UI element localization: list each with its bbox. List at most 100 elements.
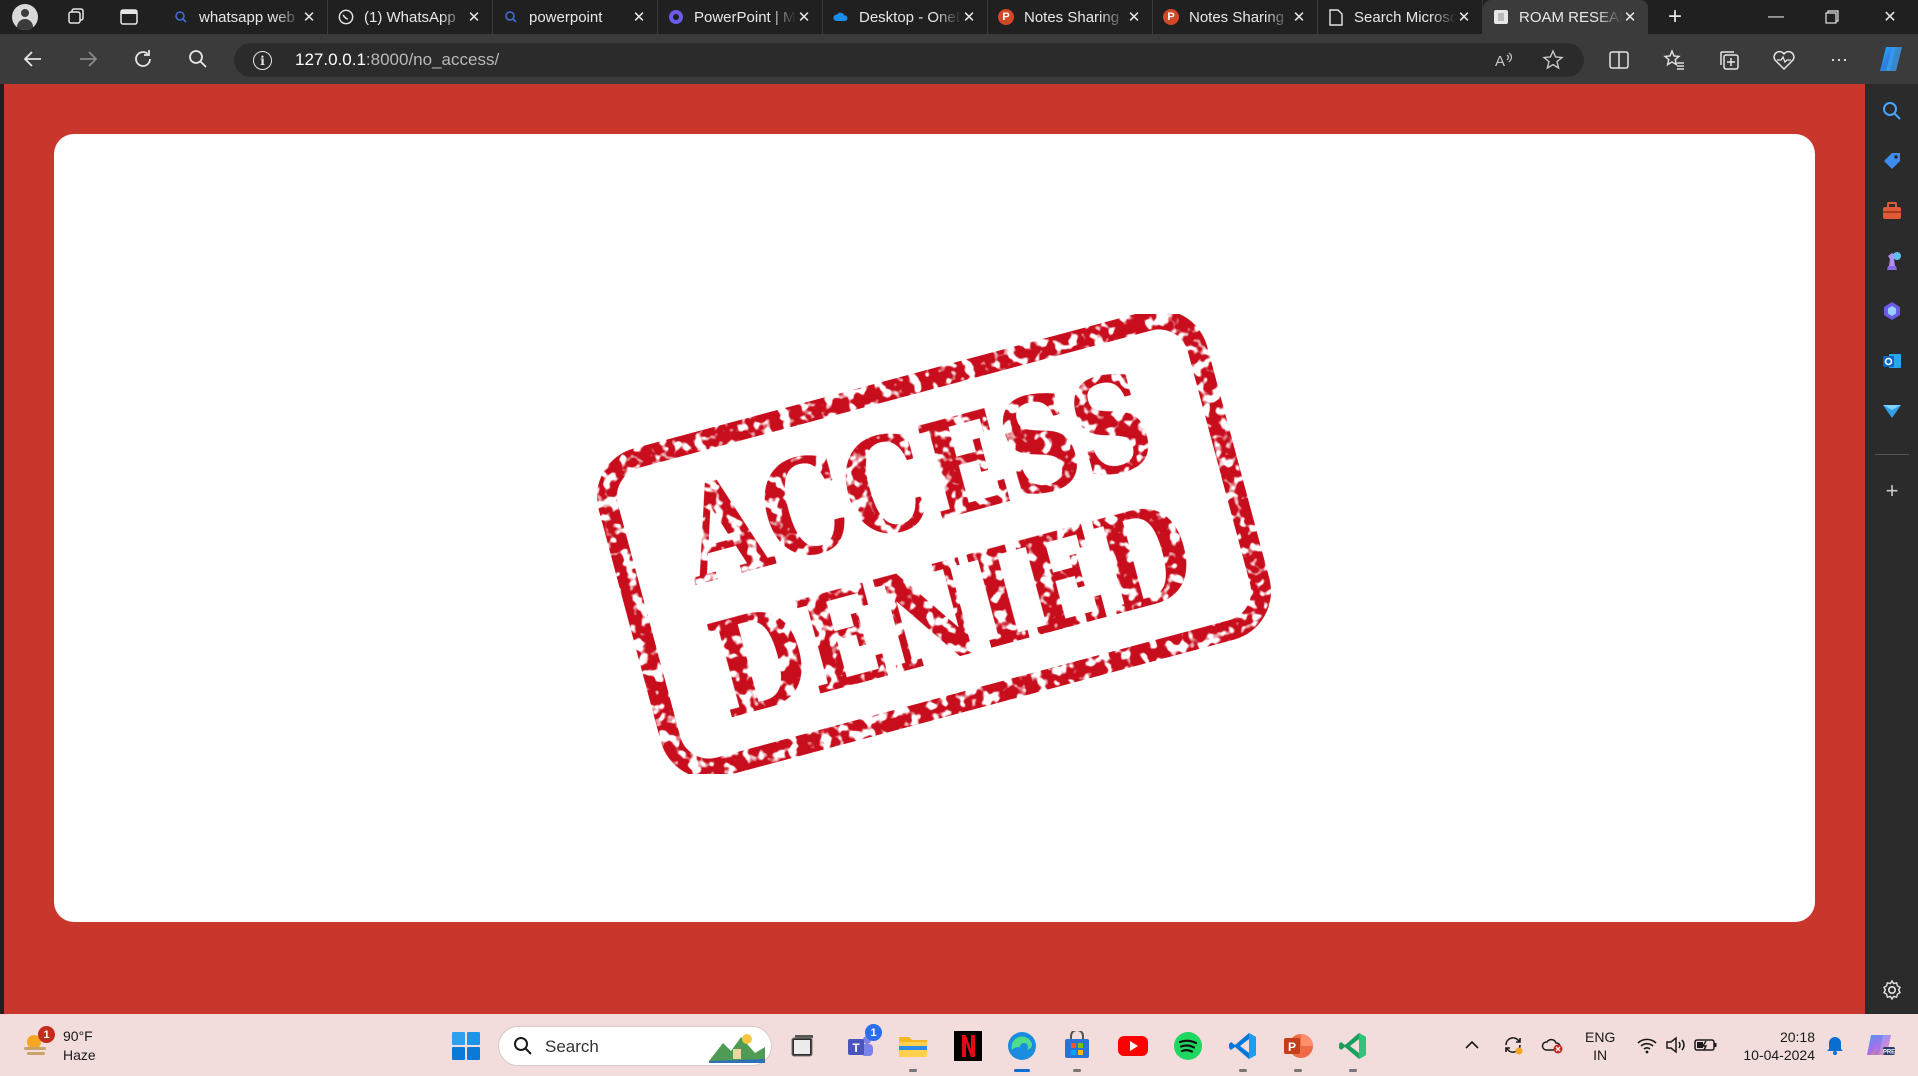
sync-icon[interactable] — [1500, 1032, 1526, 1058]
split-screen-icon[interactable] — [1605, 46, 1633, 74]
input-language-indicator[interactable]: ENG IN — [1585, 1028, 1615, 1064]
access-denied-stamp: ACCESS DENIED — [596, 314, 1272, 774]
more-options-icon[interactable]: ⋯ — [1825, 46, 1853, 74]
show-hidden-icons-chevron-icon[interactable] — [1459, 1032, 1485, 1058]
whatsapp-icon — [338, 9, 354, 25]
forward-button[interactable] — [73, 44, 103, 74]
close-tab-icon[interactable]: ✕ — [631, 8, 647, 26]
task-view-icon[interactable] — [786, 1030, 818, 1062]
new-tab-button[interactable]: + — [1662, 3, 1688, 30]
url-text[interactable]: 127.0.0.1:8000/no_access/ — [295, 50, 499, 70]
favorite-star-icon[interactable] — [1541, 48, 1565, 72]
close-window-button[interactable]: ✕ — [1862, 0, 1918, 34]
edge-sidebar: + — [1865, 84, 1918, 1014]
youtube-icon[interactable] — [1117, 1030, 1149, 1062]
close-tab-icon[interactable]: ✕ — [1456, 8, 1472, 26]
tab-0[interactable]: whatsapp web ✕ — [163, 0, 328, 34]
powerpoint-icon: P — [1163, 9, 1179, 25]
app-running-indicator — [1294, 1069, 1302, 1072]
tab-title: whatsapp web — [199, 8, 295, 26]
tab-title: powerpoint — [529, 8, 603, 26]
tab-5[interactable]: P Notes Sharing ✕ — [988, 0, 1153, 34]
profile-avatar[interactable] — [12, 4, 38, 30]
powerpoint-icon: P — [998, 9, 1014, 25]
spotify-icon[interactable] — [1172, 1030, 1204, 1062]
close-tab-icon[interactable]: ✕ — [301, 8, 317, 26]
tab-3[interactable]: PowerPoint | Microsoft 365 ✕ — [658, 0, 823, 34]
url-host: 127.0.0.1 — [295, 50, 366, 69]
access-denied-card: ACCESS DENIED — [54, 134, 1815, 922]
site-info-icon[interactable]: i — [253, 51, 272, 70]
close-tab-icon[interactable]: ✕ — [1622, 8, 1638, 26]
vertical-tabs-icon[interactable] — [116, 4, 142, 30]
shopping-tag-icon[interactable] — [1879, 148, 1905, 174]
tab-1[interactable]: (1) WhatsApp ✕ — [328, 0, 493, 34]
browser-essentials-icon[interactable] — [1770, 46, 1798, 74]
windows-logo-tile — [452, 1047, 465, 1060]
teams-icon[interactable]: T 1 — [845, 1024, 882, 1062]
copilot-taskbar-icon[interactable]: PRE — [1864, 1032, 1898, 1058]
notification-bell-icon[interactable] — [1822, 1032, 1848, 1058]
app-running-indicator — [1239, 1069, 1247, 1072]
system-clock[interactable]: 20:18 10-04-2024 — [1733, 1028, 1815, 1064]
sidebar-search-icon[interactable] — [1879, 98, 1905, 124]
bing-search-icon — [173, 9, 189, 25]
sidebar-divider — [1875, 454, 1909, 455]
close-tab-icon[interactable]: ✕ — [466, 8, 482, 26]
windows-logo-tile — [467, 1032, 480, 1045]
copilot-icon[interactable] — [1876, 44, 1908, 74]
netflix-icon[interactable] — [952, 1030, 984, 1062]
svg-text:A: A — [1495, 53, 1505, 69]
taskbar-search[interactable]: Search — [498, 1026, 772, 1066]
workspaces-icon[interactable] — [63, 4, 89, 30]
collections-icon[interactable] — [1715, 46, 1743, 74]
tab-title: Notes Sharing — [1024, 8, 1120, 26]
tab-7[interactable]: Search Microsoft ✕ — [1318, 0, 1483, 34]
region-code: IN — [1593, 1047, 1608, 1063]
visual-studio-icon[interactable] — [1337, 1030, 1369, 1072]
vscode-icon[interactable] — [1227, 1030, 1259, 1072]
outlook-icon[interactable] — [1879, 348, 1905, 374]
file-explorer-icon[interactable] — [897, 1030, 929, 1072]
start-button[interactable] — [452, 1032, 480, 1060]
sidebar-settings-icon[interactable] — [1879, 977, 1905, 1003]
tools-briefcase-icon[interactable] — [1879, 198, 1905, 224]
tab-4[interactable]: Desktop - OneDrive ✕ — [823, 0, 988, 34]
add-sidebar-app-icon[interactable]: + — [1879, 478, 1905, 504]
clock-date: 10-04-2024 — [1743, 1047, 1815, 1063]
copilot-sidebar-icon[interactable] — [1879, 298, 1905, 324]
search-icon[interactable] — [183, 44, 213, 74]
tab-title: PowerPoint | Microsoft 365 — [694, 8, 796, 26]
battery-charging-icon[interactable] — [1693, 1032, 1719, 1058]
read-aloud-icon[interactable]: A — [1492, 48, 1516, 72]
weather-temperature: 90°F — [63, 1028, 93, 1044]
close-tab-icon[interactable]: ✕ — [1291, 8, 1307, 26]
edge-browser-icon[interactable] — [1006, 1030, 1038, 1072]
close-tab-icon[interactable]: ✕ — [796, 8, 812, 26]
powerpoint-icon[interactable]: P — [1282, 1030, 1314, 1072]
close-tab-icon[interactable]: ✕ — [1126, 8, 1142, 26]
tab-6[interactable]: P Notes Sharing ✕ — [1153, 0, 1318, 34]
close-tab-icon[interactable]: ✕ — [961, 8, 977, 26]
microsoft-store-icon[interactable] — [1061, 1030, 1093, 1072]
wifi-icon[interactable] — [1634, 1032, 1660, 1058]
address-bar[interactable]: i 127.0.0.1:8000/no_access/ A — [234, 43, 1584, 77]
app-running-indicator — [1349, 1069, 1357, 1072]
onedrive-error-icon[interactable] — [1540, 1032, 1566, 1058]
page-icon — [1328, 8, 1344, 26]
drop-send-icon[interactable] — [1879, 398, 1905, 424]
weather-condition: Haze — [63, 1047, 96, 1063]
restore-button[interactable] — [1804, 0, 1860, 34]
clock-time: 20:18 — [1779, 1029, 1815, 1045]
windows-logo-tile — [467, 1047, 480, 1060]
tab-2[interactable]: powerpoint ✕ — [493, 0, 658, 34]
app-running-indicator — [909, 1069, 917, 1072]
back-button[interactable] — [18, 44, 48, 74]
tab-8-active[interactable]: ROAM RESEARCH ✕ — [1483, 0, 1648, 34]
refresh-button[interactable] — [128, 44, 158, 74]
profile-icon — [12, 4, 38, 30]
games-chess-icon[interactable] — [1879, 248, 1905, 274]
volume-icon[interactable] — [1663, 1032, 1689, 1058]
favorites-icon[interactable] — [1660, 46, 1688, 74]
minimize-button[interactable]: — — [1748, 0, 1804, 34]
